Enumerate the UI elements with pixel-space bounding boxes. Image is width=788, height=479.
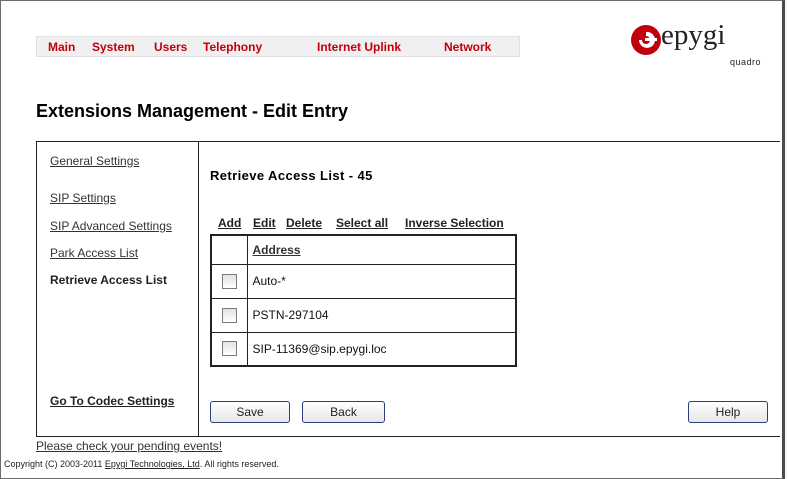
logo-product: quadro <box>730 57 762 67</box>
table-row: Auto-* <box>210 263 517 299</box>
epygi-logo: epygi quadro <box>629 19 771 71</box>
address-cell: Auto-* <box>246 263 517 299</box>
main-panel: General Settings SIP Settings SIP Advanc… <box>36 141 780 437</box>
inverse-selection-link[interactable]: Inverse Selection <box>405 216 504 230</box>
copyright-text: Copyright (C) 2003-2011 Epygi Technologi… <box>4 459 279 469</box>
codec-settings-link[interactable]: Go To Codec Settings <box>50 394 174 408</box>
sidebar-item-sip-advanced-settings[interactable]: SIP Advanced Settings <box>50 219 172 233</box>
nav-item-telephony[interactable]: Telephony <box>203 40 262 54</box>
back-button[interactable]: Back <box>302 401 385 423</box>
row-checkbox[interactable] <box>221 273 237 289</box>
save-button[interactable]: Save <box>210 401 290 423</box>
sidebar: General Settings SIP Settings SIP Advanc… <box>37 142 199 436</box>
table-header-row: Address <box>210 234 517 265</box>
nav-item-users[interactable]: Users <box>154 40 187 54</box>
page-title: Extensions Management - Edit Entry <box>36 101 349 121</box>
sidebar-item-retrieve-access-list: Retrieve Access List <box>50 273 167 287</box>
select-all-link[interactable]: Select all <box>336 216 388 230</box>
copyright-prefix: Copyright (C) 2003-2011 <box>4 459 103 469</box>
edit-link[interactable]: Edit <box>253 216 276 230</box>
help-button[interactable]: Help <box>688 401 768 423</box>
address-column-header[interactable]: Address <box>246 234 517 265</box>
app-frame: Main System Users Telephony Internet Upl… <box>0 0 785 479</box>
table-row: PSTN-297104 <box>210 297 517 333</box>
section-title: Retrieve Access List - 45 <box>210 168 373 183</box>
row-checkbox[interactable] <box>221 341 237 357</box>
nav-item-network[interactable]: Network <box>444 40 491 54</box>
address-cell: SIP-11369@sip.epygi.loc <box>246 331 517 367</box>
row-checkbox[interactable] <box>221 307 237 323</box>
address-cell: PSTN-297104 <box>246 297 517 333</box>
pending-events-link[interactable]: Please check your pending events! <box>36 439 222 453</box>
add-link[interactable]: Add <box>218 216 241 230</box>
company-link[interactable]: Epygi Technologies, Ltd <box>105 459 200 469</box>
copyright-suffix: . All rights reserved. <box>199 459 279 469</box>
sidebar-item-park-access-list[interactable]: Park Access List <box>50 246 138 260</box>
nav-item-system[interactable]: System <box>92 40 135 54</box>
sidebar-item-general-settings[interactable]: General Settings <box>50 154 139 168</box>
top-nav: Main System Users Telephony Internet Upl… <box>36 36 520 57</box>
address-table: Address Auto-* PSTN-297104 SIP-11369@sip… <box>210 234 517 367</box>
nav-item-internet-uplink[interactable]: Internet Uplink <box>317 40 401 54</box>
table-header-select <box>210 234 248 265</box>
logo-swirl-icon <box>631 25 661 55</box>
nav-item-main[interactable]: Main <box>48 40 75 54</box>
sidebar-item-sip-settings[interactable]: SIP Settings <box>50 191 116 205</box>
table-row: SIP-11369@sip.epygi.loc <box>210 331 517 367</box>
delete-link[interactable]: Delete <box>286 216 322 230</box>
logo-wordmark: epygi <box>661 19 726 51</box>
